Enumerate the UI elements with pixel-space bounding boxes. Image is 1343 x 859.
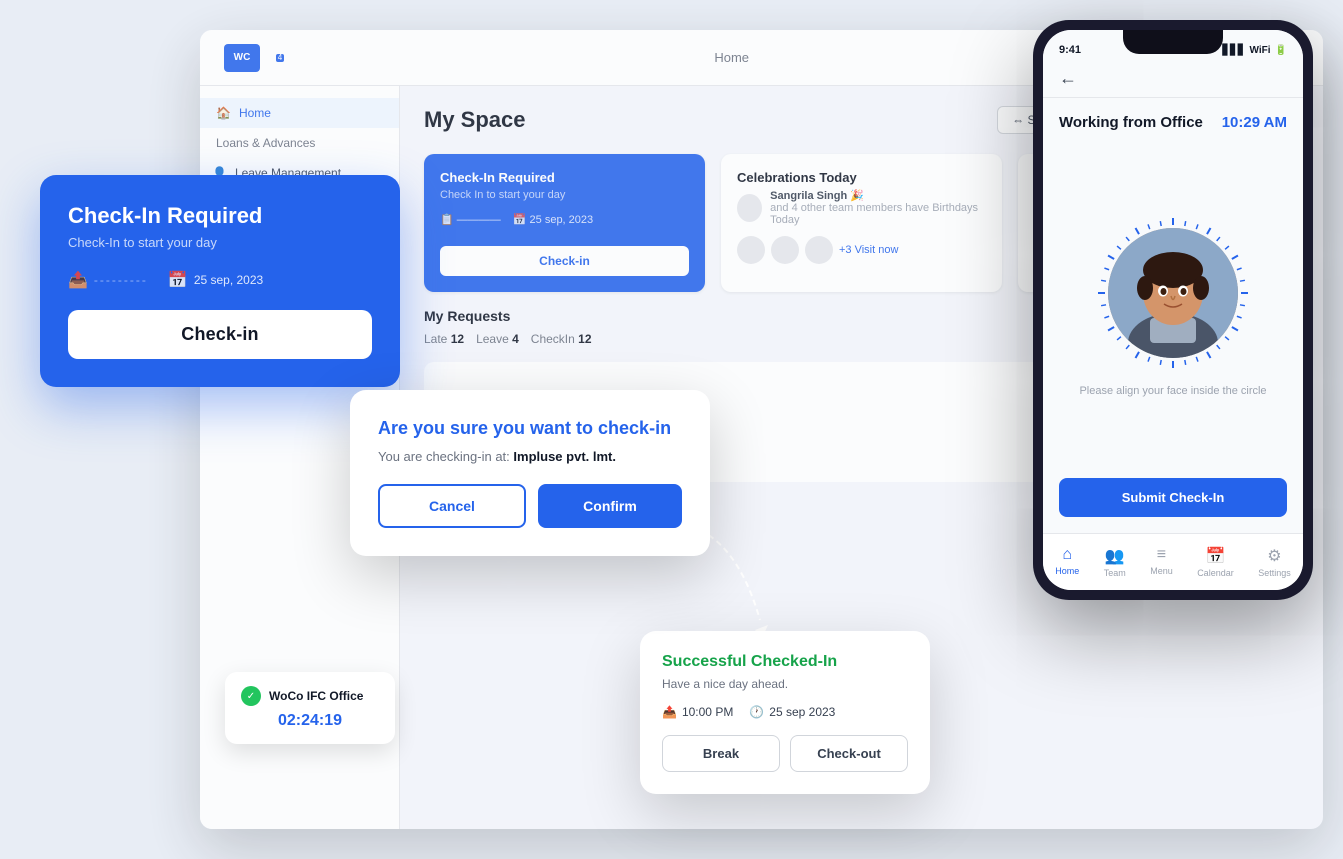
phone-screen: 9:41 ▋▋▋ WiFi 🔋 ← Working from Office 10…	[1043, 30, 1303, 590]
celeb-avatar	[737, 194, 762, 222]
face-align-text: Please align your face inside the circle	[1079, 385, 1266, 397]
success-date: 🕐 25 sep 2023	[749, 705, 835, 719]
status-icons: ▋▋▋ WiFi 🔋	[1222, 45, 1287, 56]
modal-buttons: Cancel Confirm	[378, 484, 682, 528]
woco-header: ✓ WoCo IFC Office	[241, 686, 379, 706]
mobile-phone: 9:41 ▋▋▋ WiFi 🔋 ← Working from Office 10…	[1033, 20, 1313, 600]
phone-notch	[1123, 30, 1223, 54]
confirm-modal-title: Are you sure you want to check-in	[378, 418, 682, 439]
confirm-modal-desc: You are checking-in at: Impluse pvt. lmt…	[378, 449, 682, 464]
tab-leave[interactable]: Leave 4	[476, 332, 519, 346]
celebrations-card: Celebrations Today Sangrila Singh 🎉 and …	[721, 154, 1002, 292]
checkin-bg-card: Check-In Required Check In to start your…	[424, 154, 705, 292]
tab-checkin[interactable]: CheckIn 12	[531, 332, 592, 346]
phone-nav-bar: ←	[1043, 60, 1303, 98]
success-message: Have a nice day ahead.	[662, 677, 908, 691]
sidebar-item-home[interactable]: 🏠 Home	[200, 98, 399, 128]
woco-check-icon: ✓	[241, 686, 261, 706]
phone-time: 10:29 AM	[1222, 114, 1287, 131]
sidebar-item-loans[interactable]: Loans & Advances	[200, 128, 399, 158]
checkout-button[interactable]: Check-out	[790, 735, 908, 772]
avatar-group-3	[805, 236, 833, 264]
calendar-icon: 📅	[1205, 546, 1225, 566]
confirm-button[interactable]: Confirm	[538, 484, 682, 528]
celebrations-list: Sangrila Singh 🎉 and 4 other team member…	[737, 189, 986, 226]
woco-timer: 02:24:19	[241, 712, 379, 730]
phone-nav-settings[interactable]: ⚙ Settings	[1250, 542, 1299, 582]
face-photo	[1108, 228, 1238, 358]
woco-card: ✓ WoCo IFC Office 02:24:19	[225, 672, 395, 744]
card-meta: 📋 ———— 📅 25 sep, 2023	[440, 213, 689, 226]
success-time: 📤 10:00 PM	[662, 705, 733, 719]
team-icon: 👥	[1105, 546, 1125, 566]
checkin-required-subtitle: Check-In to start your day	[68, 235, 372, 250]
confirm-modal: Are you sure you want to check-in You ar…	[350, 390, 710, 556]
phone-content: Working from Office 10:29 AM	[1043, 98, 1303, 533]
back-arrow-icon[interactable]: ←	[1059, 68, 1077, 89]
avatar-group-2	[771, 236, 799, 264]
break-button[interactable]: Break	[662, 735, 780, 772]
settings-icon: ⚙	[1267, 546, 1281, 566]
phone-frame: 9:41 ▋▋▋ WiFi 🔋 ← Working from Office 10…	[1033, 20, 1313, 600]
page-title: My Space	[424, 107, 526, 133]
checkin-main-button[interactable]: Check-in	[68, 310, 372, 359]
checkin-date: 📅 25 sep, 2023	[168, 270, 263, 290]
woco-name: WoCo IFC Office	[269, 689, 363, 703]
checkin-meta-row: 📤 --------- 📅 25 sep, 2023	[68, 270, 372, 290]
tab-late[interactable]: Late 12	[424, 332, 464, 346]
success-buttons: Break Check-out	[662, 735, 908, 772]
avatar-group-1	[737, 236, 765, 264]
submit-checkin-button[interactable]: Submit Check-In	[1059, 478, 1287, 517]
phone-nav-menu[interactable]: ≡ Menu	[1142, 542, 1181, 582]
bg-checkin-button[interactable]: Check-in	[440, 246, 689, 276]
menu-icon: ≡	[1157, 546, 1166, 564]
checkin-required-card: Check-In Required Check-In to start your…	[40, 175, 400, 387]
success-title: Successful Checked-In	[662, 653, 908, 671]
app-logo: WC	[224, 44, 260, 72]
success-card: Successful Checked-In Have a nice day ah…	[640, 631, 930, 794]
home-icon: ⌂	[1062, 546, 1072, 564]
phone-nav-home[interactable]: ⌂ Home	[1047, 542, 1087, 582]
phone-nav-team[interactable]: 👥 Team	[1096, 542, 1134, 582]
success-meta: 📤 10:00 PM 🕐 25 sep 2023	[662, 705, 908, 719]
phone-nav-calendar[interactable]: 📅 Calendar	[1189, 542, 1242, 582]
breadcrumb: Home	[714, 50, 749, 65]
checkin-required-title: Check-In Required	[68, 203, 372, 229]
cancel-button[interactable]: Cancel	[378, 484, 526, 528]
phone-bottom-nav: ⌂ Home 👥 Team ≡ Menu 📅 Calendar ⚙ Se	[1043, 533, 1303, 590]
face-ring	[1093, 213, 1253, 373]
phone-location-row: Working from Office 10:29 AM	[1059, 114, 1287, 131]
phone-location-text: Working from Office	[1059, 114, 1203, 131]
face-scan-container: Please align your face inside the circle	[1059, 147, 1287, 462]
celeb-item: Sangrila Singh 🎉 and 4 other team member…	[737, 189, 986, 226]
checkin-location: 📤 ---------	[68, 270, 148, 290]
face-illustration	[1108, 228, 1238, 358]
